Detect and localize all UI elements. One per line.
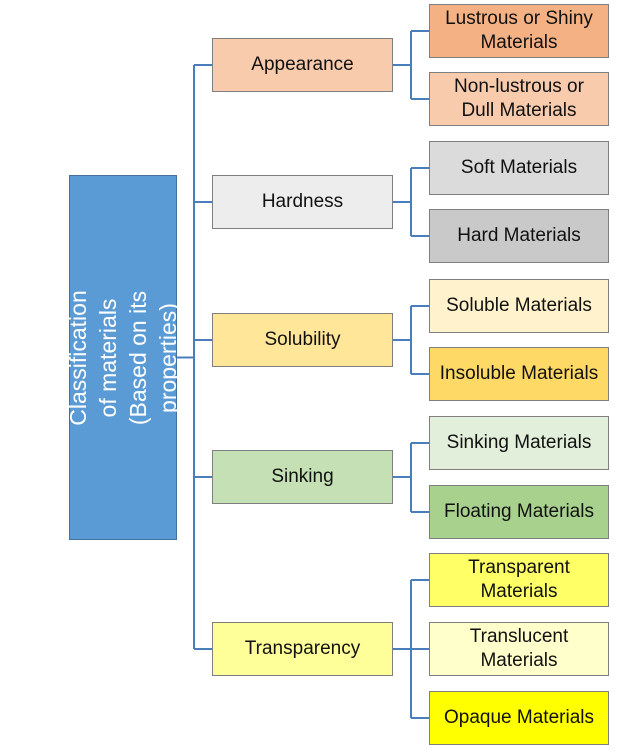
leaf-label: Hard Materials [457,225,581,246]
category-transparency: Transparency [212,622,393,676]
leaf-soluble: Soluble Materials [429,279,609,333]
leaf-lustrous: Lustrous or Shiny Materials [429,4,609,58]
category-label: Appearance [251,54,354,75]
category-label: Transparency [244,638,361,659]
leaf-label: Transparent Materials [468,557,570,602]
leaf-label: Non-lustrous or Dull Materials [454,76,584,121]
leaf-sinking: Sinking Materials [429,416,609,470]
category-hardness: Hardness [212,175,393,229]
category-sinking: Sinking [212,450,393,504]
leaf-non-lustrous: Non-lustrous or Dull Materials [429,72,609,126]
root-node-label: Classification of materials (Based on it… [65,289,181,426]
leaf-label: Opaque Materials [444,707,594,728]
category-label: Hardness [261,191,344,212]
leaf-label: Translucent Materials [469,626,569,671]
leaf-translucent: Translucent Materials [429,622,609,676]
leaf-transparent: Transparent Materials [429,553,609,607]
classification-diagram: Classification of materials (Based on it… [0,0,624,754]
leaf-insoluble: Insoluble Materials [429,347,609,401]
category-label: Solubility [264,329,341,350]
leaf-hard: Hard Materials [429,209,609,263]
leaf-opaque: Opaque Materials [429,691,609,745]
leaf-floating: Floating Materials [429,485,609,539]
leaf-label: Insoluble Materials [439,363,599,384]
leaf-soft: Soft Materials [429,141,609,195]
leaf-label: Sinking Materials [446,432,592,453]
category-solubility: Solubility [212,313,393,367]
leaf-label: Soft Materials [460,157,578,178]
root-node: Classification of materials (Based on it… [65,175,181,540]
leaf-label: Lustrous or Shiny Materials [445,8,593,53]
leaf-label: Floating Materials [444,501,594,522]
leaf-label: Soluble Materials [446,295,592,316]
category-label: Sinking [271,466,334,487]
category-appearance: Appearance [212,38,393,92]
